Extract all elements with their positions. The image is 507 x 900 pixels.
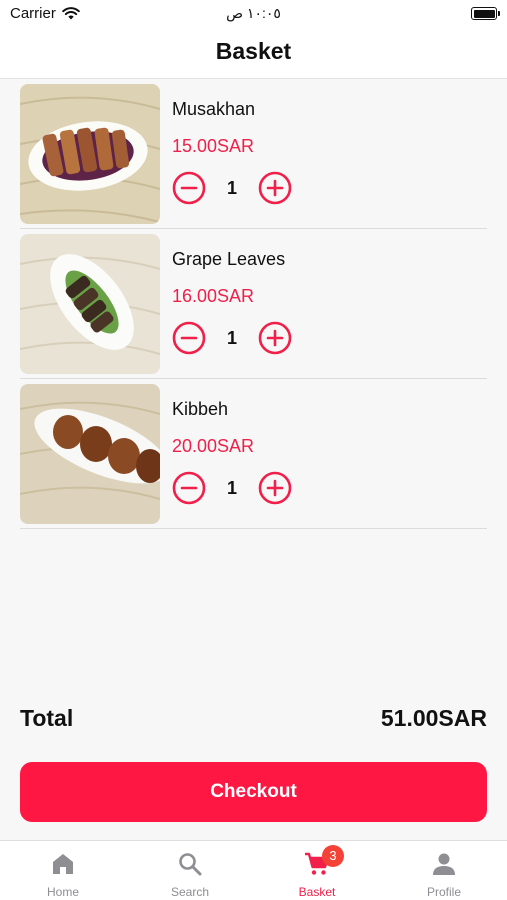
navigation-bar: Basket <box>0 30 507 79</box>
basket-item: Kibbeh 20.00SAR 1 <box>20 379 487 529</box>
item-price: 20.00SAR <box>172 436 255 456</box>
tab-profile-label: Profile <box>426 885 461 899</box>
checkout-button[interactable]: Checkout <box>20 762 487 822</box>
item-name: Grape Leaves <box>172 249 286 269</box>
quantity-value: 1 <box>226 478 237 498</box>
plus-circle-icon <box>258 171 292 205</box>
tab-basket-label: Basket <box>298 885 336 899</box>
item-price: 16.00SAR <box>172 286 255 306</box>
tab-home-label: Home <box>46 885 79 899</box>
tab-search[interactable]: Search <box>127 841 253 900</box>
quantity-stepper: 1 <box>172 171 294 205</box>
basket-count-badge: 3 <box>322 845 344 867</box>
quantity-stepper: 1 <box>172 471 294 505</box>
quantity-value: 1 <box>226 328 237 348</box>
plus-circle-icon <box>258 321 292 355</box>
tab-profile[interactable]: Profile <box>381 841 507 900</box>
item-price: 15.00SAR <box>172 136 255 156</box>
quantity-stepper: 1 <box>172 321 294 355</box>
tab-search-label: Search <box>170 885 210 899</box>
food-image-musakhan <box>20 84 160 224</box>
person-icon <box>431 851 457 877</box>
total-row: Total 51.00SAR <box>20 705 487 735</box>
home-icon <box>50 851 76 877</box>
increase-quantity-button[interactable] <box>258 171 292 205</box>
food-image-kibbeh <box>20 384 160 524</box>
plus-circle-icon <box>258 471 292 505</box>
tab-basket[interactable]: 3 Basket <box>254 841 380 900</box>
minus-circle-icon <box>172 471 206 505</box>
tab-home[interactable]: Home <box>0 841 126 900</box>
item-name: Kibbeh <box>172 399 229 419</box>
decrease-quantity-button[interactable] <box>172 321 206 355</box>
status-bar: Carrier ١٠:٠٥ ص <box>0 0 507 30</box>
item-name: Musakhan <box>172 99 256 119</box>
basket-item-list: Musakhan 15.00SAR 1 Grape Leaves 16.00SA… <box>20 79 487 529</box>
decrease-quantity-button[interactable] <box>172 171 206 205</box>
total-value: 51.00SAR <box>380 705 487 731</box>
quantity-value: 1 <box>226 178 237 198</box>
basket-item: Grape Leaves 16.00SAR 1 <box>20 229 487 379</box>
food-image-grape-leaves <box>20 234 160 374</box>
search-icon <box>177 851 203 877</box>
page-title: Basket <box>215 38 292 64</box>
decrease-quantity-button[interactable] <box>172 471 206 505</box>
increase-quantity-button[interactable] <box>258 321 292 355</box>
status-time: ١٠:٠٥ ص <box>226 5 281 21</box>
increase-quantity-button[interactable] <box>258 471 292 505</box>
total-label: Total <box>20 705 74 731</box>
minus-circle-icon <box>172 321 206 355</box>
battery-icon <box>471 7 500 20</box>
basket-item: Musakhan 15.00SAR 1 <box>20 79 487 229</box>
minus-circle-icon <box>172 171 206 205</box>
tab-bar: Home Search 3 Basket Profile <box>0 840 507 900</box>
